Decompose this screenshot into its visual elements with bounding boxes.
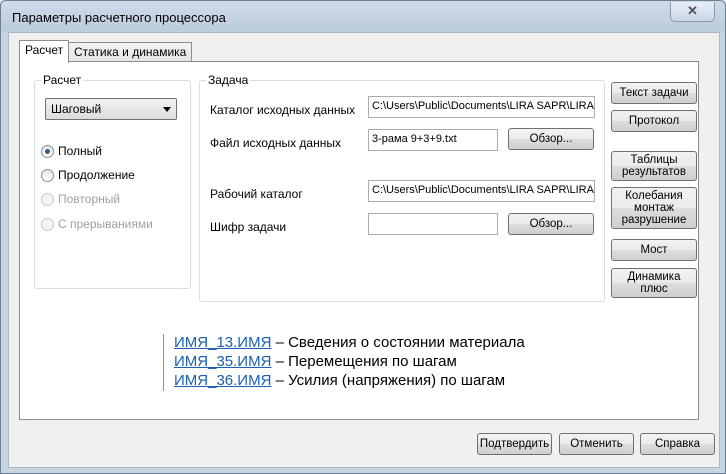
dialog-window: Параметры расчетного процессора ✕ Расчет…	[0, 0, 726, 474]
close-icon: ✕	[687, 3, 698, 18]
task-text-button[interactable]: Текст задачи	[611, 82, 697, 104]
source-file-label: Файл исходных данных	[210, 136, 341, 150]
radio-interrupted-label: С прерываниями	[58, 217, 153, 231]
dynamics-line2: плюс	[640, 283, 668, 295]
results-tables-line1: Таблицы	[630, 154, 678, 166]
radio-repeat-indicator	[41, 193, 54, 206]
source-dir-field[interactable]: C:\Users\Public\Documents\LIRA SAPR\LIRA	[368, 96, 595, 118]
source-dir-label: Каталог исходных данных	[210, 103, 356, 117]
confirm-button[interactable]: Подтвердить	[477, 433, 552, 455]
work-dir-value: C:\Users\Public\Documents\LIRA SAPR\LIRA	[372, 184, 594, 196]
dialog-client-area: Расчет Статика и динамика Расчет Шаговый…	[8, 32, 720, 468]
title-bar: Параметры расчетного процессора ✕	[1, 1, 725, 32]
work-dir-label: Рабочий каталог	[210, 187, 303, 201]
results-tables-line2: результатов	[622, 166, 686, 178]
radio-full-label: Полный	[58, 144, 102, 158]
calc-group: Расчет Шаговый Полный Продолжение Повтор…	[34, 73, 191, 289]
protocol-button[interactable]: Протокол	[611, 110, 697, 132]
radio-repeat-label: Повторный	[58, 192, 121, 206]
info-text: – Усилия (напряжения) по шагам	[271, 372, 506, 389]
file-link[interactable]: ИМЯ_35.ИМЯ	[174, 353, 271, 370]
task-group: Задача Каталог исходных данных C:\Users\…	[199, 73, 605, 302]
tab-statics-dynamics[interactable]: Статика и динамика	[68, 42, 193, 63]
cipher-label: Шифр задачи	[210, 220, 287, 234]
radio-continuation-indicator	[41, 169, 54, 182]
vibration-line2: монтаж	[634, 202, 674, 214]
info-text: – Перемещения по шагам	[271, 353, 457, 370]
dynamics-line1: Динамика	[627, 271, 681, 283]
cipher-field[interactable]	[368, 213, 498, 235]
vibration-mounting-button[interactable]: Колебания монтаж разрушение	[611, 187, 697, 229]
radio-continuation-label: Продолжение	[58, 168, 135, 182]
vibration-line1: Колебания	[625, 190, 683, 202]
vibration-line3: разрушение	[621, 214, 687, 226]
window-title: Параметры расчетного процессора	[12, 10, 226, 25]
source-dir-value: C:\Users\Public\Documents\LIRA SAPR\LIRA	[372, 100, 594, 112]
file-link[interactable]: ИМЯ_13.ИМЯ	[174, 334, 271, 351]
info-row: ИМЯ_35.ИМЯ – Перемещения по шагам	[174, 353, 525, 372]
results-tables-button[interactable]: Таблицы результатов	[611, 151, 697, 181]
help-button[interactable]: Справка	[640, 433, 715, 455]
tab-panel: Расчет Шаговый Полный Продолжение Повтор…	[19, 61, 699, 420]
file-link[interactable]: ИМЯ_36.ИМЯ	[174, 372, 271, 389]
source-file-field[interactable]: 3-рама 9+3+9.txt	[368, 129, 498, 151]
calc-mode-value: Шаговый	[51, 102, 102, 116]
info-text: – Сведения о состоянии материала	[271, 334, 525, 351]
work-dir-field[interactable]: C:\Users\Public\Documents\LIRA SAPR\LIRA	[368, 180, 595, 202]
task-group-label: Задача	[206, 73, 251, 87]
source-file-value: 3-рама 9+3+9.txt	[372, 133, 457, 145]
close-button[interactable]: ✕	[670, 2, 715, 22]
info-links: ИМЯ_13.ИМЯ – Сведения о состоянии матери…	[163, 334, 525, 391]
tab-calculation[interactable]: Расчет	[19, 40, 70, 63]
browse-cipher-button[interactable]: Обзор...	[508, 213, 594, 235]
info-row: ИМЯ_13.ИМЯ – Сведения о состоянии матери…	[174, 334, 525, 353]
dynamics-plus-button[interactable]: Динамика плюс	[611, 268, 697, 298]
calc-mode-select[interactable]: Шаговый	[45, 98, 177, 120]
browse-source-button[interactable]: Обзор...	[508, 128, 594, 150]
radio-interrupted-indicator	[41, 218, 54, 231]
radio-full-indicator	[41, 145, 54, 158]
bridge-button[interactable]: Мост	[611, 239, 697, 261]
chevron-down-icon	[163, 107, 171, 112]
calc-group-label: Расчет	[41, 73, 84, 87]
info-row: ИМЯ_36.ИМЯ – Усилия (напряжения) по шага…	[174, 372, 525, 391]
cancel-button[interactable]: Отменить	[559, 433, 634, 455]
